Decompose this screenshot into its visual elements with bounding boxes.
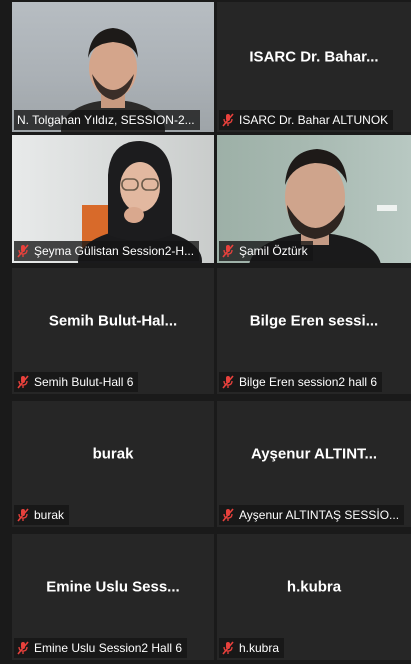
participant-name-label: Ayşenur ALTINTAŞ SESSİO... <box>219 505 405 525</box>
muted-mic-icon <box>222 508 234 522</box>
muted-mic-icon <box>17 244 29 258</box>
participant-name: burak <box>34 508 65 522</box>
participant-center-name: Emine Uslu Sess... <box>46 578 180 596</box>
participant-name-label: Şeyma Gülistan Session2-H... <box>14 241 200 261</box>
participant-tile-semih[interactable]: Semih Bulut-Hal... Semih Bulut-Hall 6 <box>12 268 214 394</box>
participant-name-label: Emine Uslu Session2 Hall 6 <box>14 638 188 658</box>
participant-center-name: Bilge Eren sessi... <box>249 312 379 330</box>
participant-tile-kubra[interactable]: h.kubra h.kubra <box>217 534 411 660</box>
muted-mic-icon <box>17 641 29 655</box>
muted-mic-icon <box>222 641 234 655</box>
participant-name: ISARC Dr. Bahar ALTUNOK <box>239 113 389 127</box>
participant-name: h.kubra <box>239 641 280 655</box>
participant-center-name: Semih Bulut-Hal... <box>48 312 178 330</box>
participant-center-name: Ayşenur ALTINT... <box>250 445 378 463</box>
participant-name-label: Bilge Eren session2 hall 6 <box>219 372 383 392</box>
participant-tile-emine[interactable]: Emine Uslu Sess... Emine Uslu Session2 H… <box>12 534 214 660</box>
participant-center-name: burak <box>92 445 134 463</box>
muted-mic-icon <box>222 113 234 127</box>
muted-mic-icon <box>17 375 29 389</box>
muted-mic-icon <box>17 508 29 522</box>
participant-tile-bahar[interactable]: ISARC Dr. Bahar... ISARC Dr. Bahar ALTUN… <box>217 2 411 132</box>
participant-name: Şeyma Gülistan Session2-H... <box>34 244 195 258</box>
participant-name-label: h.kubra <box>219 638 285 658</box>
participant-name-label: Semih Bulut-Hall 6 <box>14 372 139 392</box>
participant-center-name: ISARC Dr. Bahar... <box>249 48 379 66</box>
participant-tile-burak[interactable]: burak burak <box>12 401 214 527</box>
muted-mic-icon <box>222 244 234 258</box>
participant-name: Şamil Öztürk <box>239 244 308 258</box>
participant-tile-tolgahan[interactable]: N. Tolgahan Yıldız, SESSION-2... <box>12 2 214 132</box>
muted-mic-icon <box>222 375 234 389</box>
participant-name-label: burak <box>14 505 70 525</box>
participant-name: Bilge Eren session2 hall 6 <box>239 375 378 389</box>
participant-name-label: N. Tolgahan Yıldız, SESSION-2... <box>14 110 200 130</box>
participant-name: Semih Bulut-Hall 6 <box>34 375 134 389</box>
participant-center-name: h.kubra <box>286 578 342 596</box>
participant-name-label: Şamil Öztürk <box>219 241 313 261</box>
participant-name: Emine Uslu Session2 Hall 6 <box>34 641 183 655</box>
participant-name: N. Tolgahan Yıldız, SESSION-2... <box>17 113 195 127</box>
participant-tile-samil[interactable]: Şamil Öztürk <box>217 135 411 263</box>
participant-tile-bilge[interactable]: Bilge Eren sessi... Bilge Eren session2 … <box>217 268 411 394</box>
participant-tile-aysenur[interactable]: Ayşenur ALTINT... Ayşenur ALTINTAŞ SESSİ… <box>217 401 411 527</box>
participant-name: Ayşenur ALTINTAŞ SESSİO... <box>239 508 400 522</box>
participant-tile-seyma[interactable]: Şeyma Gülistan Session2-H... <box>12 135 214 263</box>
participant-name-label: ISARC Dr. Bahar ALTUNOK <box>219 110 394 130</box>
